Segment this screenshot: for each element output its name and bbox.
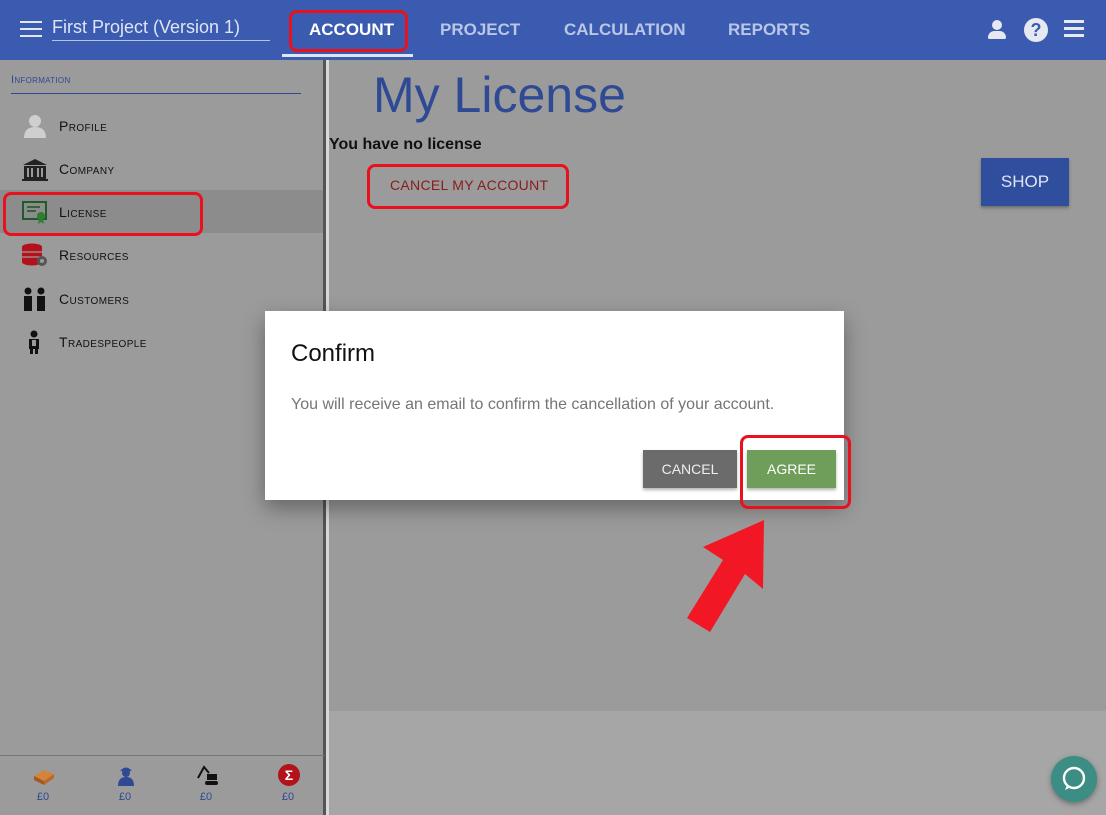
main-lower-area xyxy=(329,711,1106,815)
hamburger-icon[interactable] xyxy=(1062,18,1088,42)
project-name-field[interactable]: First Project (Version 1) xyxy=(52,17,270,41)
cost-total[interactable]: Σ £0 xyxy=(268,764,308,803)
customers-icon xyxy=(22,287,48,311)
top-bar: First Project (Version 1) ACCOUNT PROJEC… xyxy=(0,0,1106,60)
cost-equipment[interactable]: £0 xyxy=(186,764,226,803)
cost-labour[interactable]: £0 xyxy=(105,764,145,803)
section-divider xyxy=(11,93,301,94)
sidebar-item-label: Profile xyxy=(59,118,108,134)
cost-value: £0 xyxy=(36,791,50,803)
sidebar-item-label: Resources xyxy=(59,247,129,263)
resources-icon xyxy=(22,243,48,267)
cancel-account-highlight xyxy=(367,164,569,209)
tab-calculation[interactable]: CALCULATION xyxy=(564,20,686,40)
profile-icon xyxy=(22,114,48,138)
tab-reports[interactable]: REPORTS xyxy=(728,20,810,40)
total-icon: Σ xyxy=(278,764,300,786)
agree-highlight xyxy=(740,435,851,509)
cost-summary: £0 £0 £0 Σ £0 xyxy=(0,755,326,815)
cost-materials[interactable]: £0 xyxy=(23,764,63,803)
sidebar-item-label: Tradespeople xyxy=(59,334,147,350)
user-icon[interactable] xyxy=(984,18,1010,42)
dialog-message: You will receive an email to confirm the… xyxy=(291,396,775,413)
help-icon[interactable]: ? xyxy=(1024,18,1048,42)
shop-button[interactable]: SHOP xyxy=(981,158,1069,206)
menu-icon[interactable] xyxy=(20,21,42,39)
chat-button[interactable] xyxy=(1051,756,1097,802)
tradespeople-icon xyxy=(22,330,48,354)
active-tab-indicator xyxy=(282,54,413,57)
sidebar-item-profile[interactable]: Profile xyxy=(0,104,323,147)
header-actions: ? xyxy=(984,18,1088,42)
tab-project[interactable]: PROJECT xyxy=(440,20,520,40)
dialog-title: Confirm xyxy=(291,340,376,367)
chat-icon xyxy=(1062,766,1086,790)
annotation-arrow-icon xyxy=(687,520,764,632)
license-status: You have no license xyxy=(329,136,482,153)
cost-value: £0 xyxy=(199,791,213,803)
section-label: Information xyxy=(11,74,71,86)
dialog-cancel-button[interactable]: CANCEL xyxy=(643,450,737,488)
materials-icon xyxy=(33,764,54,786)
sum-glyph: Σ xyxy=(278,764,300,786)
labour-icon xyxy=(115,764,135,786)
equipment-icon xyxy=(196,764,218,786)
cost-value: £0 xyxy=(118,791,132,803)
sidebar-item-resources[interactable]: Resources xyxy=(0,233,323,276)
sidebar-item-company[interactable]: Company xyxy=(0,147,323,190)
license-highlight xyxy=(3,192,203,236)
company-icon xyxy=(22,157,48,181)
sidebar-item-label: Customers xyxy=(59,291,130,307)
sidebar-item-label: Company xyxy=(59,161,115,177)
page-title: My License xyxy=(373,67,626,123)
cost-value: £0 xyxy=(281,791,295,803)
account-tab-highlight xyxy=(289,10,408,52)
